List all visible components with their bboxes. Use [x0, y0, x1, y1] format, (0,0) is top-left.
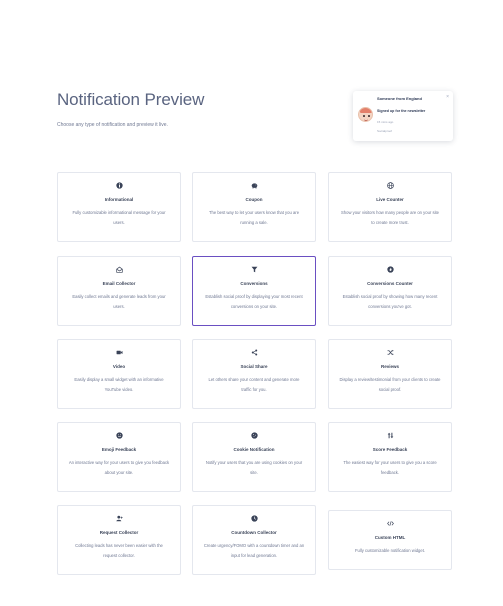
card-reviews[interactable]: Reviews Display a review/testimonial fro…: [328, 339, 452, 409]
card-description: An interactive way for your users to giv…: [68, 460, 170, 475]
card-email-collector[interactable]: Email Collector Easily collect emails an…: [57, 256, 181, 326]
card-title: Informational: [104, 197, 134, 202]
card-title: Emoji Feedback: [101, 447, 137, 452]
user-plus-icon: [58, 515, 180, 522]
card-video[interactable]: Video Easily display a small widget with…: [57, 339, 181, 409]
avatar: [358, 107, 373, 122]
card-description: Easily display a small widget with an in…: [74, 377, 164, 392]
card-description: Show your visitors how many people are o…: [341, 210, 439, 225]
globe-icon: [329, 182, 451, 189]
card-description: The best way to let your users know that…: [208, 210, 300, 225]
piggy-bank-icon: [193, 182, 315, 189]
card-title: Email Collector: [102, 281, 136, 286]
card-title: Conversions: [240, 281, 268, 286]
card-description: Fully customizable notification widget.: [354, 548, 426, 553]
smile-icon: [58, 432, 180, 439]
sort-arrows-icon: [329, 432, 451, 439]
card-description: Establish social proof by displaying you…: [205, 294, 303, 309]
card-custom-html[interactable]: Custom HTML Fully customizable notificat…: [328, 510, 452, 570]
card-score-feedback[interactable]: Score Feedback The easiest way for your …: [328, 422, 452, 492]
card-title: Social Share: [240, 364, 268, 369]
card-title: Cookie Notification: [233, 447, 275, 452]
card-title: Custom HTML: [374, 535, 406, 540]
card-emoji-feedback[interactable]: Emoji Feedback An interactive way for yo…: [57, 422, 181, 492]
card-description: Establish social proof by showing how ma…: [342, 294, 438, 309]
fire-icon: [329, 266, 451, 273]
notification-preview[interactable]: × Someone from England Signed up for the…: [353, 91, 453, 141]
card-description: Display a review/testimonial from your c…: [339, 377, 441, 392]
preview-time: 15 mins ago: [377, 120, 394, 124]
envelope-open-icon: [58, 266, 180, 273]
card-description: The easiest way for your users to give y…: [343, 460, 437, 475]
card-title: Coupon: [245, 197, 263, 202]
funnel-icon: [193, 266, 315, 273]
card-conversions[interactable]: Conversions Establish social proof by di…: [192, 256, 316, 326]
card-title: Reviews: [380, 364, 399, 369]
card-description: Easily collect emails and generate leads…: [72, 294, 166, 309]
video-icon: [58, 349, 180, 356]
card-cookie-notification[interactable]: Cookie Notification Notify your users th…: [192, 422, 316, 492]
card-title: Countdown Collector: [231, 530, 277, 535]
card-description: Let others share your content and genera…: [208, 377, 300, 392]
preview-from: Someone from England: [377, 96, 422, 101]
card-informational[interactable]: Informational Fully customizable informa…: [57, 172, 181, 242]
card-description: Create urgency/FOMO with a countdown tim…: [203, 543, 305, 558]
clock-icon: [193, 515, 315, 522]
card-description: Notify your users that you are using coo…: [205, 460, 303, 475]
card-countdown-collector[interactable]: Countdown Collector Create urgency/FOMO …: [192, 505, 316, 575]
page-title: Notification Preview: [57, 90, 205, 109]
card-social-share[interactable]: Social Share Let others share your conte…: [192, 339, 316, 409]
cookie-icon: [193, 432, 315, 439]
card-title: Conversions Counter: [367, 281, 413, 286]
close-icon[interactable]: ×: [446, 94, 449, 100]
card-title: Request Collector: [99, 530, 139, 535]
page-subtitle: Choose any type of notification and prev…: [57, 122, 168, 128]
share-icon: [193, 349, 315, 356]
card-title: Video: [112, 364, 126, 369]
card-live-counter[interactable]: Live Counter Show your visitors how many…: [328, 172, 452, 242]
card-conversions-counter[interactable]: Conversions Counter Establish social pro…: [328, 256, 452, 326]
card-coupon[interactable]: Coupon The best way to let your users kn…: [192, 172, 316, 242]
preview-brand: Socialproof: [377, 129, 393, 133]
info-icon: [58, 182, 180, 189]
code-icon: [329, 520, 451, 527]
card-description: Collecting leads has never been easier w…: [75, 543, 163, 558]
random-icon: [329, 349, 451, 356]
card-request-collector[interactable]: Request Collector Collecting leads has n…: [57, 505, 181, 575]
card-title: Score Feedback: [372, 447, 408, 452]
preview-action: Signed up for the newsletter: [377, 109, 426, 113]
card-title: Live Counter: [376, 197, 404, 202]
card-description: Fully customizable informational message…: [72, 210, 166, 225]
